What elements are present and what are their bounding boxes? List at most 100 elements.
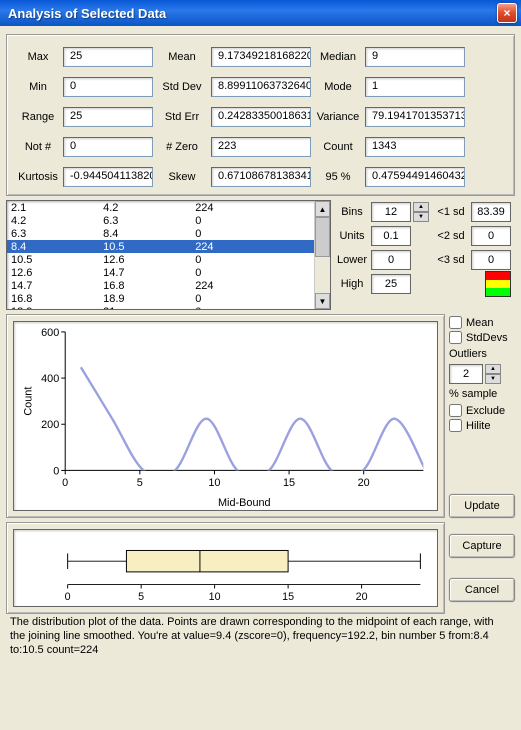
label-sd2: <2 sd — [433, 230, 469, 242]
list-row[interactable]: 16.818.90 — [7, 292, 314, 305]
distribution-chart-panel: 0 200 400 600 0 5 10 15 20 Mid-Bound Count — [6, 314, 445, 518]
label-stderr: Std Err — [155, 111, 209, 123]
label-kurtosis: Kurtosis — [15, 171, 61, 183]
params-panel: Bins ▲▼ <1 sd Units <2 sd Lower <3 sd Hi… — [335, 200, 515, 310]
input-high[interactable] — [371, 274, 411, 294]
label-pct-sample: % sample — [449, 388, 515, 400]
svg-text:400: 400 — [41, 373, 59, 385]
close-button[interactable]: × — [497, 3, 517, 23]
outliers-spinner[interactable]: ▲▼ — [485, 364, 501, 384]
svg-text:10: 10 — [209, 591, 221, 603]
capture-button[interactable]: Capture — [449, 534, 515, 558]
cancel-button[interactable]: Cancel — [449, 578, 515, 602]
svg-text:5: 5 — [138, 591, 144, 603]
label-median: Median — [313, 51, 363, 63]
value-mean[interactable]: 9.17349218168220 — [211, 47, 311, 67]
scroll-up-icon[interactable]: ▲ — [315, 201, 330, 217]
list-row[interactable]: 18.9210 — [7, 305, 314, 310]
value-zero[interactable]: 223 — [211, 137, 311, 157]
value-stderr[interactable]: 0.24283350018631 — [211, 107, 311, 127]
distribution-chart[interactable]: 0 200 400 600 0 5 10 15 20 Mid-Bound Count — [13, 321, 438, 511]
value-median[interactable]: 9 — [365, 47, 465, 67]
listbox-scrollbar[interactable]: ▲ ▼ — [314, 201, 330, 309]
value-max[interactable]: 25 — [63, 47, 153, 67]
label-mean: Mean — [155, 51, 209, 63]
input-units[interactable] — [371, 226, 411, 246]
color-legend-box[interactable] — [485, 271, 511, 297]
value-stddev[interactable]: 8.89911063732640 — [211, 77, 311, 97]
value-sd1[interactable] — [471, 202, 511, 222]
label-notnum: Not # — [15, 141, 61, 153]
label-stddev: Std Dev — [155, 81, 209, 93]
boxplot-chart[interactable]: 0 5 10 15 20 — [13, 529, 438, 607]
close-icon: × — [503, 6, 510, 20]
bins-spinner[interactable]: ▲▼ — [413, 202, 429, 222]
check-hilite[interactable]: Hilite — [449, 419, 515, 432]
list-row[interactable]: 12.614.70 — [7, 266, 314, 279]
list-row[interactable]: 2.14.2224 — [7, 201, 314, 214]
stats-panel: Max 25 Mean 9.17349218168220 Median 9 Mi… — [6, 34, 515, 196]
list-row[interactable]: 10.512.60 — [7, 253, 314, 266]
histogram-listbox[interactable]: 2.14.22244.26.306.38.408.410.522410.512.… — [6, 200, 331, 310]
value-sd2[interactable] — [471, 226, 511, 246]
label-sd3: <3 sd — [433, 254, 469, 266]
label-count: Count — [313, 141, 363, 153]
label-outliers: Outliers — [449, 348, 515, 360]
value-min[interactable]: 0 — [63, 77, 153, 97]
value-sd3[interactable] — [471, 250, 511, 270]
svg-text:Mid-Bound: Mid-Bound — [218, 497, 271, 509]
svg-text:20: 20 — [358, 477, 370, 489]
chart-options-panel: Mean StdDevs Outliers ▲▼ % sample Exclud… — [449, 314, 515, 518]
input-lower[interactable] — [371, 250, 411, 270]
label-units: Units — [335, 230, 369, 242]
value-count[interactable]: 1343 — [365, 137, 465, 157]
value-range[interactable]: 25 — [63, 107, 153, 127]
svg-text:10: 10 — [208, 477, 220, 489]
list-row[interactable]: 6.38.40 — [7, 227, 314, 240]
title-bar: Analysis of Selected Data × — [0, 0, 521, 26]
value-variance[interactable]: 79.1941701353713 — [365, 107, 465, 127]
svg-text:Count: Count — [23, 387, 35, 416]
value-ci95[interactable]: 0.47594491460432 — [365, 167, 465, 187]
value-skew[interactable]: 0.67108678138341 — [211, 167, 311, 187]
input-bins[interactable] — [371, 202, 411, 222]
label-skew: Skew — [155, 171, 209, 183]
list-row[interactable]: 14.716.8224 — [7, 279, 314, 292]
update-button[interactable]: Update — [449, 494, 515, 518]
status-footer: The distribution plot of the data. Point… — [6, 614, 515, 659]
svg-text:20: 20 — [356, 591, 368, 603]
value-notnum[interactable]: 0 — [63, 137, 153, 157]
label-max: Max — [15, 51, 61, 63]
svg-text:0: 0 — [65, 591, 71, 603]
value-mode[interactable]: 1 — [365, 77, 465, 97]
value-kurtosis[interactable]: -0.94450411382032 — [63, 167, 153, 187]
list-row[interactable]: 4.26.30 — [7, 214, 314, 227]
check-mean[interactable]: Mean — [449, 316, 515, 329]
label-range: Range — [15, 111, 61, 123]
svg-text:0: 0 — [53, 465, 59, 477]
label-lower: Lower — [335, 254, 369, 266]
svg-text:0: 0 — [62, 477, 68, 489]
scroll-thumb[interactable] — [315, 217, 330, 257]
scroll-down-icon[interactable]: ▼ — [315, 293, 330, 309]
svg-text:600: 600 — [41, 327, 59, 339]
input-outliers[interactable] — [449, 364, 483, 384]
label-high: High — [335, 278, 369, 290]
label-zero: # Zero — [155, 141, 209, 153]
window-title: Analysis of Selected Data — [8, 6, 166, 21]
label-mode: Mode — [313, 81, 363, 93]
svg-text:15: 15 — [282, 591, 294, 603]
label-sd1: <1 sd — [433, 206, 469, 218]
label-variance: Variance — [313, 111, 363, 123]
check-stddevs[interactable]: StdDevs — [449, 331, 515, 344]
svg-text:5: 5 — [137, 477, 143, 489]
list-row[interactable]: 8.410.5224 — [7, 240, 314, 253]
boxplot-panel: 0 5 10 15 20 — [6, 522, 445, 614]
client-area: Max 25 Mean 9.17349218168220 Median 9 Mi… — [0, 26, 521, 730]
label-ci95: 95 % — [313, 171, 363, 183]
svg-text:15: 15 — [283, 477, 295, 489]
label-bins: Bins — [335, 206, 369, 218]
check-exclude[interactable]: Exclude — [449, 404, 515, 417]
label-min: Min — [15, 81, 61, 93]
svg-text:200: 200 — [41, 419, 59, 431]
